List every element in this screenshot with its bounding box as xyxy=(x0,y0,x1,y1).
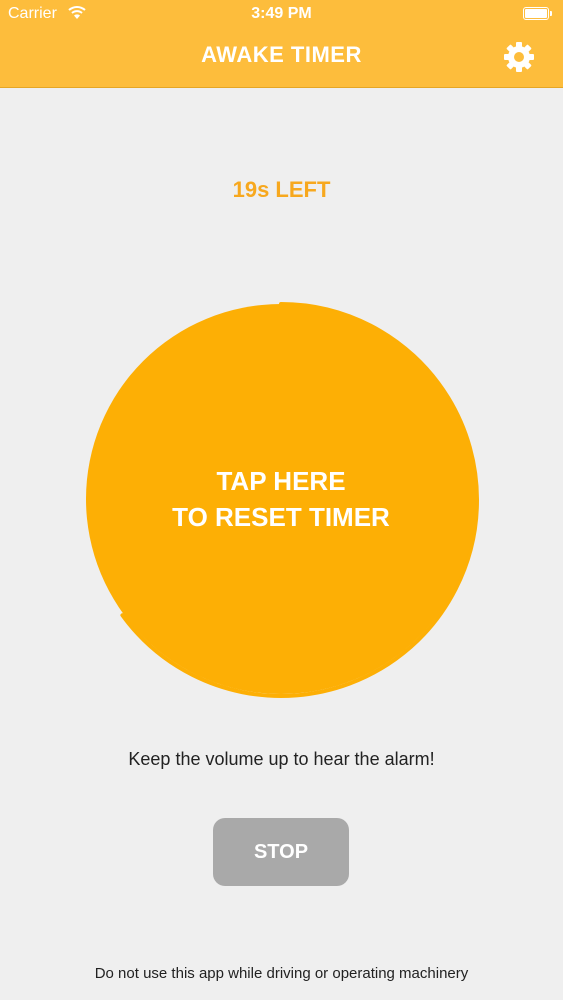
safety-disclaimer: Do not use this app while driving or ope… xyxy=(94,965,469,982)
reset-label-line1: TAP HERE xyxy=(216,466,346,496)
gear-icon[interactable] xyxy=(503,41,535,73)
awake-timer-screen: Carrier 3:49 PM AWAKE TIMER 19s LEFT TAP… xyxy=(0,0,563,1000)
status-bar: Carrier 3:49 PM xyxy=(0,0,563,30)
volume-hint: Keep the volume up to hear the alarm! xyxy=(128,749,435,769)
stop-button[interactable]: STOP xyxy=(213,818,349,886)
time-left-label: 19s LEFT xyxy=(232,177,331,202)
reset-label-line2: TO RESET TIMER xyxy=(172,502,390,532)
battery-icon xyxy=(523,7,552,20)
page-title: AWAKE TIMER xyxy=(201,42,362,67)
header-bar: Carrier 3:49 PM AWAKE TIMER xyxy=(0,0,563,88)
status-time: 3:49 PM xyxy=(251,5,312,22)
reset-timer-button[interactable]: TAP HERE TO RESET TIMER xyxy=(86,304,476,694)
